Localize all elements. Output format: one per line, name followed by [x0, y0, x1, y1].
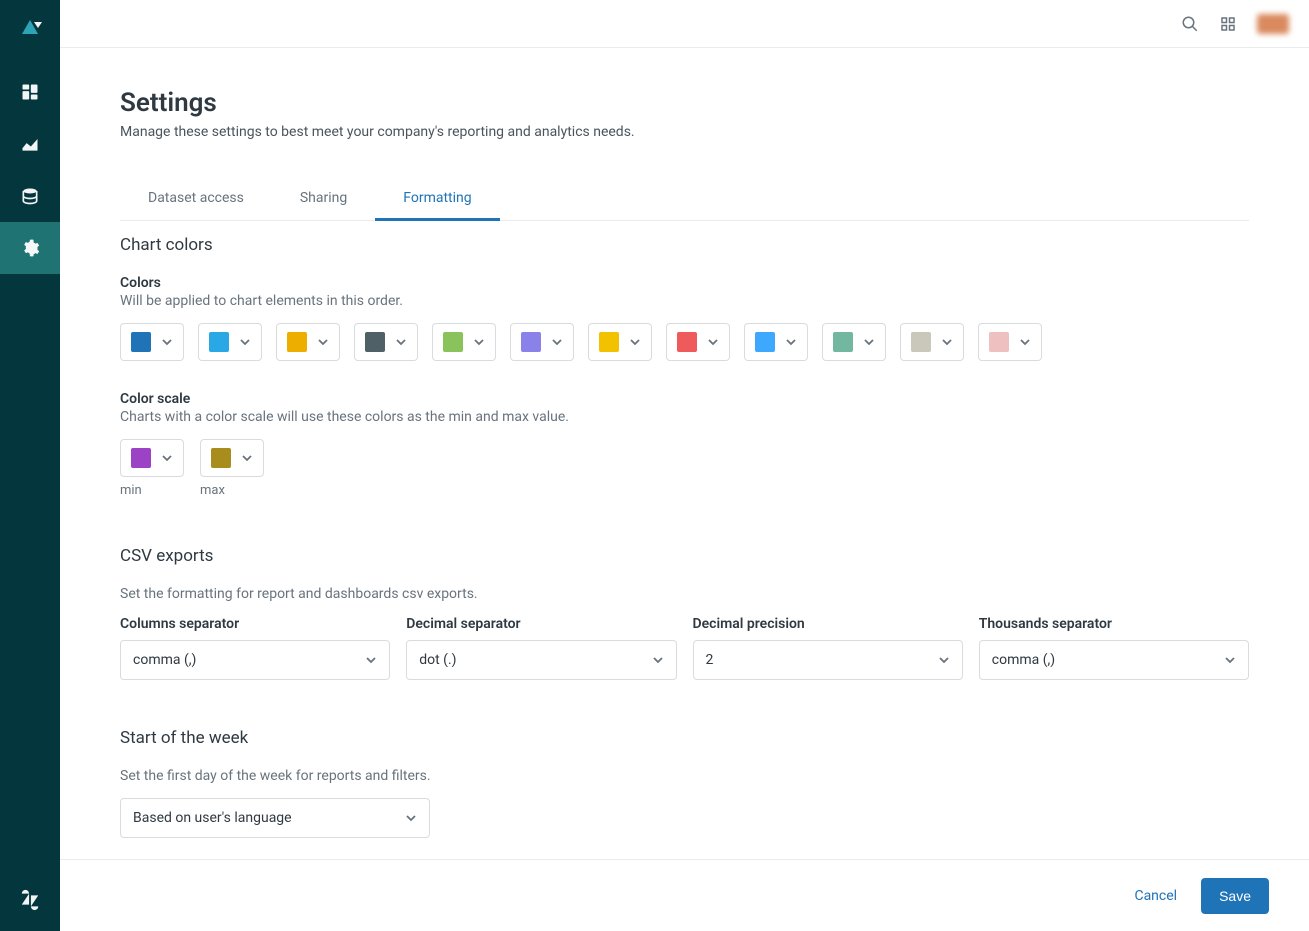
chevron-down-icon [629, 336, 641, 348]
cancel-button[interactable]: Cancel [1134, 888, 1177, 904]
app-logo[interactable] [16, 14, 44, 42]
decimal-precision-select[interactable]: 2 [693, 640, 963, 680]
select-value: 2 [706, 652, 714, 668]
tab-formatting[interactable]: Formatting [375, 180, 499, 221]
color-swatch [209, 332, 229, 352]
chevron-down-icon [365, 654, 377, 666]
section-start-of-week: Start of the week [120, 728, 1249, 748]
search-icon[interactable] [1181, 15, 1199, 33]
scale-min-label: min [120, 483, 184, 498]
color-swatch [833, 332, 853, 352]
chart-color-picker-5[interactable] [432, 323, 496, 361]
columns-separator-label: Columns separator [120, 616, 390, 632]
chart-color-picker-4[interactable] [354, 323, 418, 361]
chevron-down-icon [239, 336, 251, 348]
thousands-separator-label: Thousands separator [979, 616, 1249, 632]
sidebar-item-settings[interactable] [0, 222, 60, 274]
select-value: dot (.) [419, 652, 456, 668]
chevron-down-icon [785, 336, 797, 348]
color-swatch [677, 332, 697, 352]
chart-color-picker-7[interactable] [588, 323, 652, 361]
chevron-down-icon [938, 654, 950, 666]
chevron-down-icon [161, 336, 173, 348]
chart-color-picker-2[interactable] [198, 323, 262, 361]
color-swatch [911, 332, 931, 352]
color-swatch [365, 332, 385, 352]
csv-desc: Set the formatting for report and dashbo… [120, 586, 1249, 602]
chevron-down-icon [551, 336, 563, 348]
page-subtitle: Manage these settings to best meet your … [120, 124, 1249, 140]
color-swatch [521, 332, 541, 352]
chevron-down-icon [1019, 336, 1031, 348]
section-csv-exports: CSV exports [120, 546, 1249, 566]
chart-color-picker-11[interactable] [900, 323, 964, 361]
color-swatch [131, 332, 151, 352]
color-swatch [599, 332, 619, 352]
color-scale-max-picker[interactable] [200, 439, 264, 477]
sidebar-item-reports[interactable] [0, 118, 60, 170]
color-scale-min-picker[interactable] [120, 439, 184, 477]
apps-grid-icon[interactable] [1219, 15, 1237, 33]
color-swatch [131, 448, 151, 468]
chevron-down-icon [473, 336, 485, 348]
decimal-separator-label: Decimal separator [406, 616, 676, 632]
section-chart-colors: Chart colors [120, 235, 1249, 255]
color-scale-desc: Charts with a color scale will use these… [120, 409, 1249, 425]
chevron-down-icon [707, 336, 719, 348]
zendesk-logo[interactable] [19, 889, 41, 915]
start-of-week-select[interactable]: Based on user's language [120, 798, 430, 838]
colors-desc: Will be applied to chart elements in thi… [120, 293, 1249, 309]
color-swatch [989, 332, 1009, 352]
select-value: comma (,) [133, 652, 196, 668]
thousands-separator-select[interactable]: comma (,) [979, 640, 1249, 680]
chevron-down-icon [241, 452, 253, 464]
color-swatch [287, 332, 307, 352]
chart-color-picker-6[interactable] [510, 323, 574, 361]
color-swatch [211, 448, 231, 468]
save-button[interactable]: Save [1201, 878, 1269, 914]
chart-color-picker-1[interactable] [120, 323, 184, 361]
chevron-down-icon [317, 336, 329, 348]
chevron-down-icon [405, 812, 417, 824]
color-swatch [755, 332, 775, 352]
tab-dataset-access[interactable]: Dataset access [120, 180, 272, 221]
user-avatar[interactable] [1257, 14, 1289, 34]
settings-tabs: Dataset access Sharing Formatting [120, 180, 1249, 221]
color-scale-label: Color scale [120, 391, 1249, 407]
columns-separator-select[interactable]: comma (,) [120, 640, 390, 680]
chevron-down-icon [1224, 654, 1236, 666]
chart-color-picker-3[interactable] [276, 323, 340, 361]
chevron-down-icon [863, 336, 875, 348]
color-swatch [443, 332, 463, 352]
week-desc: Set the first day of the week for report… [120, 768, 1249, 784]
chart-color-picker-10[interactable] [822, 323, 886, 361]
chevron-down-icon [395, 336, 407, 348]
chart-color-picker-12[interactable] [978, 323, 1042, 361]
chevron-down-icon [652, 654, 664, 666]
tab-sharing[interactable]: Sharing [272, 180, 375, 221]
page-title: Settings [120, 88, 1249, 118]
chart-color-picker-9[interactable] [744, 323, 808, 361]
scale-max-label: max [200, 483, 264, 498]
chevron-down-icon [941, 336, 953, 348]
select-value: Based on user's language [133, 810, 292, 826]
decimal-precision-label: Decimal precision [693, 616, 963, 632]
chevron-down-icon [161, 452, 173, 464]
chart-color-picker-8[interactable] [666, 323, 730, 361]
decimal-separator-select[interactable]: dot (.) [406, 640, 676, 680]
sidebar-item-datasets[interactable] [0, 170, 60, 222]
colors-label: Colors [120, 275, 1249, 291]
select-value: comma (,) [992, 652, 1055, 668]
sidebar-item-dashboards[interactable] [0, 66, 60, 118]
